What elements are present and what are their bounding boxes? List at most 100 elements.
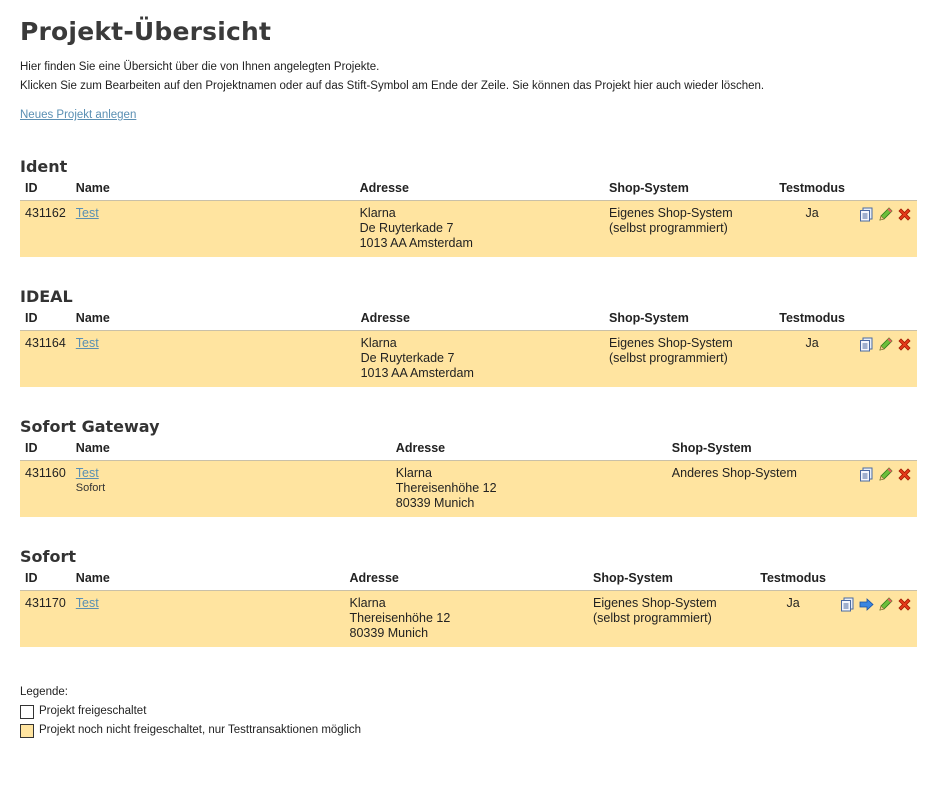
section-sofort: Sofort ID Name Adresse Shop-System Testm… bbox=[20, 547, 928, 647]
table-header: ID Name Adresse Shop-System Testmodus bbox=[20, 566, 917, 591]
row-actions bbox=[831, 590, 917, 647]
project-name-cell: Test bbox=[70, 590, 345, 647]
col-address: Adresse bbox=[344, 566, 589, 591]
pencil-icon[interactable] bbox=[878, 597, 893, 612]
row-actions bbox=[850, 330, 917, 387]
intro-line-1: Hier finden Sie eine Übersicht über die … bbox=[20, 61, 380, 73]
table-row: 431164 Test Klarna De Ruyterkade 7 1013 … bbox=[20, 330, 917, 387]
copy-icon[interactable] bbox=[859, 207, 874, 222]
pencil-icon[interactable] bbox=[878, 337, 893, 352]
copy-icon[interactable] bbox=[859, 337, 874, 352]
project-name-cell: Test bbox=[70, 330, 356, 387]
col-address: Adresse bbox=[354, 176, 604, 201]
shop-line: (selbst programmiert) bbox=[608, 351, 728, 365]
shop-line: Eigenes Shop-System bbox=[593, 596, 717, 610]
delete-icon[interactable] bbox=[897, 207, 912, 222]
project-name-cell: Test bbox=[70, 200, 355, 257]
address-line: Thereisenhöhe 12 bbox=[395, 481, 497, 495]
legend-item-inactive: Projekt noch nicht freigeschaltet, nur T… bbox=[20, 721, 928, 740]
address-line: 80339 Munich bbox=[349, 626, 429, 640]
page: Projekt-Übersicht Hier finden Sie eine Ü… bbox=[0, 0, 948, 740]
arrow-right-icon[interactable] bbox=[859, 597, 874, 612]
copy-icon[interactable] bbox=[840, 597, 855, 612]
project-name-link[interactable]: Test bbox=[76, 206, 99, 220]
project-name-link[interactable]: Test bbox=[76, 466, 99, 480]
shop-line: Eigenes Shop-System bbox=[608, 336, 733, 350]
copy-icon[interactable] bbox=[859, 467, 874, 482]
project-name-link[interactable]: Test bbox=[76, 336, 99, 350]
table-row: 431170 Test Klarna Thereisenhöhe 12 8033… bbox=[20, 590, 917, 647]
table-row: 431160 Test Sofort Klarna Thereisenhöhe … bbox=[20, 460, 917, 517]
project-shop: Eigenes Shop-System (selbst programmiert… bbox=[588, 590, 756, 647]
project-id: 431160 bbox=[20, 460, 71, 517]
address-line: De Ruyterkade 7 bbox=[360, 351, 455, 365]
project-address: Klarna Thereisenhöhe 12 80339 Munich bbox=[344, 590, 589, 647]
address-line: 1013 AA Amsterdam bbox=[359, 236, 473, 250]
col-id: ID bbox=[20, 306, 71, 331]
col-testmode: Testmodus bbox=[774, 306, 850, 331]
col-shop: Shop-System bbox=[588, 566, 756, 591]
section-sofort-gateway: Sofort Gateway ID Name Adresse Shop-Syst… bbox=[20, 417, 928, 517]
address-line: 1013 AA Amsterdam bbox=[360, 366, 474, 380]
delete-icon[interactable] bbox=[897, 467, 912, 482]
project-table: ID Name Adresse Shop-System Testmodus 43… bbox=[20, 566, 917, 647]
intro-text: Hier finden Sie eine Übersicht über die … bbox=[20, 58, 928, 96]
col-actions bbox=[850, 176, 917, 201]
section-ideal: IDEAL ID Name Adresse Shop-System Testmo… bbox=[20, 287, 928, 387]
col-testmode: Testmodus bbox=[774, 176, 850, 201]
project-testmode: Ja bbox=[774, 200, 850, 257]
address-line: Klarna bbox=[359, 206, 396, 220]
shop-line: Eigenes Shop-System bbox=[608, 206, 733, 220]
row-actions bbox=[846, 460, 917, 517]
legend-title: Legende: bbox=[20, 686, 68, 698]
project-id: 431164 bbox=[20, 330, 71, 387]
intro-line-2: Klicken Sie zum Bearbeiten auf den Proje… bbox=[20, 80, 765, 92]
legend-swatch-yellow bbox=[20, 723, 34, 738]
address-line: De Ruyterkade 7 bbox=[359, 221, 454, 235]
project-testmode: Ja bbox=[774, 330, 850, 387]
col-actions bbox=[850, 306, 917, 331]
legend-label: Projekt freigeschaltet bbox=[39, 705, 147, 717]
new-project-link[interactable]: Neues Projekt anlegen bbox=[20, 109, 136, 121]
pencil-icon[interactable] bbox=[878, 467, 893, 482]
table-header: ID Name Adresse Shop-System Testmodus bbox=[20, 176, 917, 201]
pencil-icon[interactable] bbox=[878, 207, 893, 222]
shop-line: Anderes Shop-System bbox=[671, 466, 797, 480]
col-id: ID bbox=[20, 436, 71, 461]
table-row: 431162 Test Klarna De Ruyterkade 7 1013 … bbox=[20, 200, 917, 257]
col-address: Adresse bbox=[355, 306, 604, 331]
col-name: Name bbox=[70, 566, 345, 591]
legend-label: Projekt noch nicht freigeschaltet, nur T… bbox=[39, 724, 361, 736]
col-actions bbox=[846, 436, 917, 461]
address-line: Klarna bbox=[360, 336, 397, 350]
section-ident: Ident ID Name Adresse Shop-System Testmo… bbox=[20, 157, 928, 257]
project-id: 431162 bbox=[20, 200, 71, 257]
project-shop: Eigenes Shop-System (selbst programmiert… bbox=[603, 200, 775, 257]
col-shop: Shop-System bbox=[666, 436, 847, 461]
project-name-link[interactable]: Test bbox=[76, 596, 99, 610]
project-id: 431170 bbox=[20, 590, 71, 647]
section-title: Sofort Gateway bbox=[20, 417, 160, 436]
col-testmode: Testmodus bbox=[755, 566, 831, 591]
legend-swatch-white bbox=[20, 704, 34, 719]
row-actions bbox=[850, 200, 917, 257]
shop-line: (selbst programmiert) bbox=[593, 611, 712, 625]
delete-icon[interactable] bbox=[897, 337, 912, 352]
address-line: Klarna bbox=[349, 596, 386, 610]
col-id: ID bbox=[20, 176, 71, 201]
section-title: Sofort bbox=[20, 547, 77, 566]
project-table: ID Name Adresse Shop-System Testmodus 43… bbox=[20, 176, 917, 257]
project-subname: Sofort bbox=[75, 482, 106, 494]
project-testmode: Ja bbox=[755, 590, 831, 647]
project-address: Klarna Thereisenhöhe 12 80339 Munich bbox=[390, 460, 667, 517]
delete-icon[interactable] bbox=[897, 597, 912, 612]
page-title: Projekt-Übersicht bbox=[20, 17, 272, 46]
section-title: IDEAL bbox=[20, 287, 73, 306]
col-name: Name bbox=[70, 436, 391, 461]
legend: Legende: Projekt freigeschaltet Projekt … bbox=[20, 683, 928, 740]
shop-line: (selbst programmiert) bbox=[608, 221, 728, 235]
project-address: Klarna De Ruyterkade 7 1013 AA Amsterdam bbox=[354, 200, 604, 257]
table-header: ID Name Adresse Shop-System bbox=[20, 436, 917, 461]
col-shop: Shop-System bbox=[603, 176, 775, 201]
project-shop: Anderes Shop-System bbox=[666, 460, 847, 517]
